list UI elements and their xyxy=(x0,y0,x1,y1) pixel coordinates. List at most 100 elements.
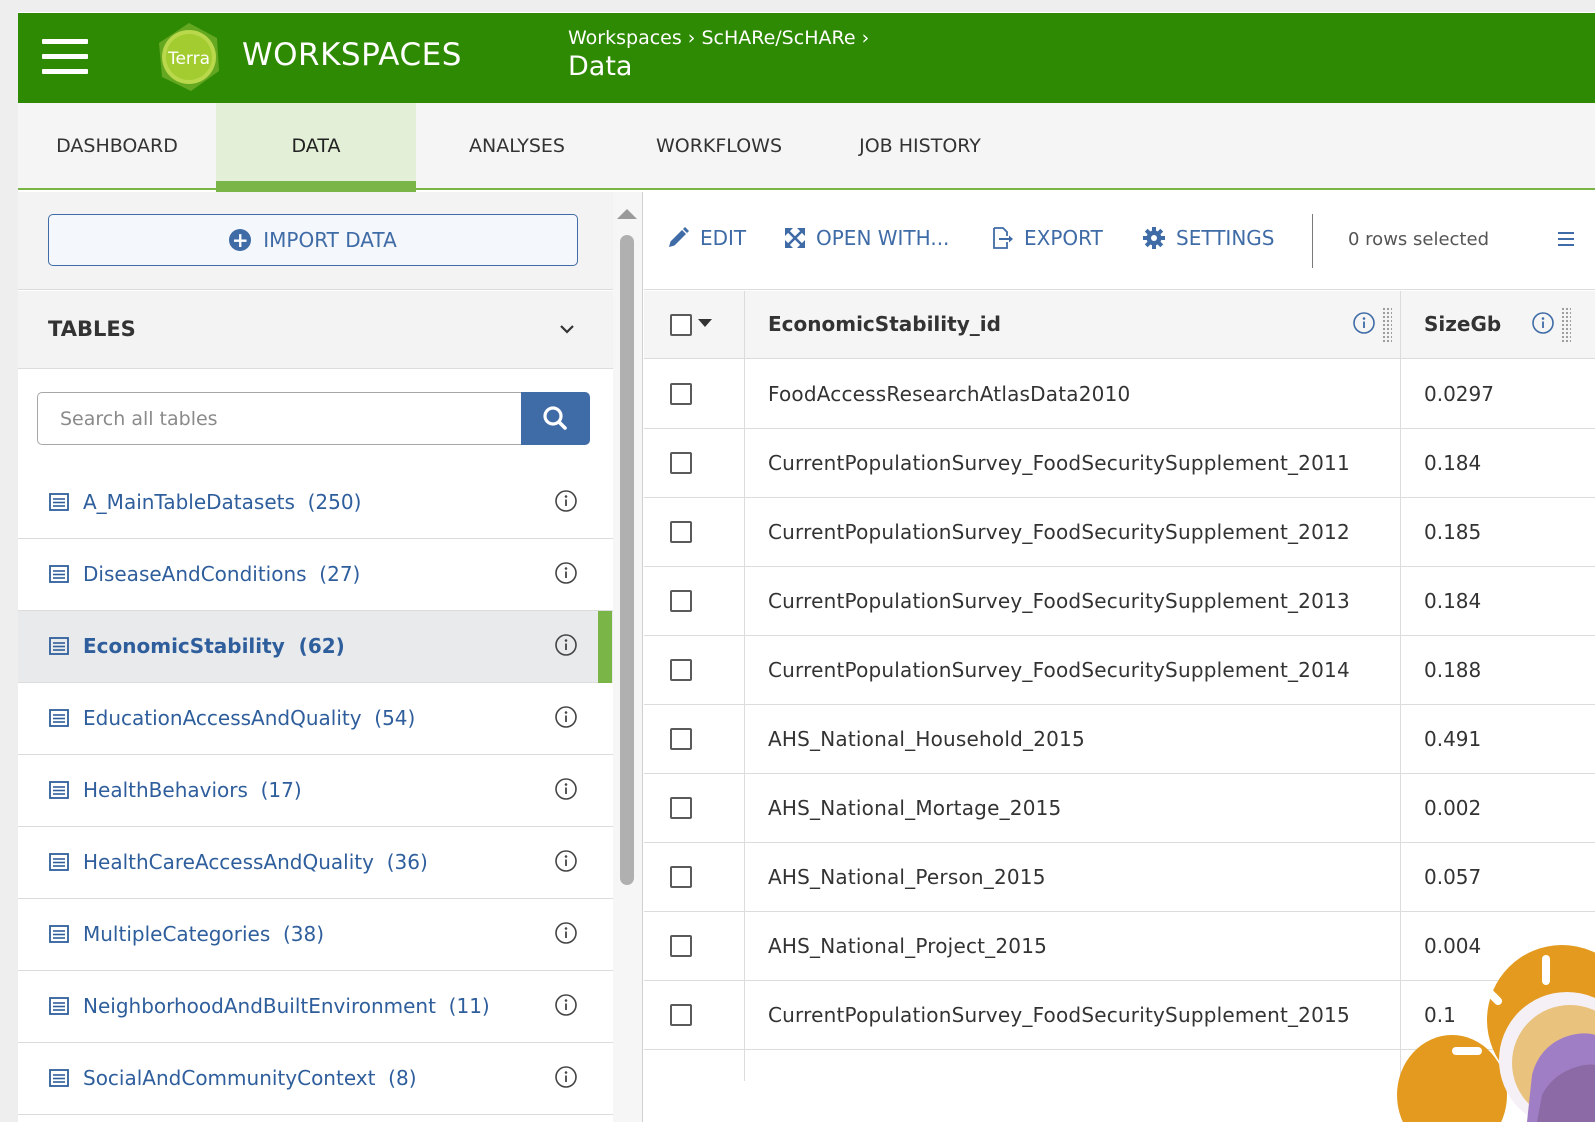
import-data-button[interactable]: + IMPORT DATA xyxy=(48,214,578,266)
table-icon xyxy=(49,709,69,727)
search-button[interactable] xyxy=(521,392,590,445)
table-row[interactable]: CurrentPopulationSurvey_FoodSecuritySupp… xyxy=(644,567,1595,636)
cell-size[interactable]: 0.491 xyxy=(1424,727,1481,751)
column-header-id[interactable]: EconomicStability_id xyxy=(768,312,1001,336)
cell-id[interactable]: AHS_National_Person_2015 xyxy=(768,865,1046,889)
terra-logo[interactable]: Terra xyxy=(153,21,225,93)
table-row[interactable]: FoodAccessResearchAtlasData2010 0.0297 xyxy=(644,360,1595,429)
info-icon[interactable] xyxy=(554,849,578,873)
table-row[interactable]: CurrentPopulationSurvey_FoodSecuritySupp… xyxy=(644,429,1595,498)
row-checkbox[interactable] xyxy=(670,452,692,474)
table-name: HealthCareAccessAndQuality (36) xyxy=(83,850,428,874)
cell-size[interactable]: 0.057 xyxy=(1424,865,1481,889)
app-title: WORKSPACES xyxy=(242,37,462,73)
tab-dashboard[interactable]: DASHBOARD xyxy=(18,103,216,190)
export-icon xyxy=(993,227,1013,249)
cell-id[interactable]: AHS_National_Household_2015 xyxy=(768,727,1085,751)
tab-analyses[interactable]: ANALYSES xyxy=(416,103,618,190)
breadcrumb-workspaces[interactable]: Workspaces xyxy=(568,27,682,49)
table-item[interactable]: NeighborhoodAndBuiltEnvironment (11) xyxy=(18,971,613,1043)
info-icon[interactable] xyxy=(554,921,578,945)
info-icon[interactable] xyxy=(554,561,578,585)
cell-size[interactable]: 0.0297 xyxy=(1424,382,1494,406)
toolbar-divider xyxy=(1312,214,1313,268)
tables-header-label: TABLES xyxy=(48,317,136,341)
table-icon xyxy=(49,565,69,583)
row-checkbox[interactable] xyxy=(670,590,692,612)
table-item[interactable]: SocialAndCommunityContext (8) xyxy=(18,1043,613,1115)
table-item[interactable]: EducationAccessAndQuality (54) xyxy=(18,683,613,755)
table-search xyxy=(37,392,590,445)
edit-button[interactable]: EDIT xyxy=(666,226,746,250)
open-with-button[interactable]: OPEN WITH... xyxy=(784,226,949,250)
table-row[interactable]: CurrentPopulationSurvey_FoodSecuritySupp… xyxy=(644,636,1595,705)
info-icon[interactable] xyxy=(554,633,578,657)
row-checkbox[interactable] xyxy=(670,383,692,405)
cell-id[interactable]: CurrentPopulationSurvey_FoodSecuritySupp… xyxy=(768,658,1350,682)
info-icon[interactable] xyxy=(1531,311,1555,335)
cell-size[interactable]: 0.185 xyxy=(1424,520,1481,544)
table-name: EducationAccessAndQuality (54) xyxy=(83,706,416,730)
column-resize-handle[interactable] xyxy=(1561,307,1571,343)
cell-id[interactable]: CurrentPopulationSurvey_FoodSecuritySupp… xyxy=(768,520,1350,544)
table-item[interactable]: HealthBehaviors (17) xyxy=(18,755,613,827)
table-item[interactable]: HealthCareAccessAndQuality (36) xyxy=(18,827,613,899)
help-lightbulb-icon[interactable] xyxy=(1392,935,1595,1122)
info-icon[interactable] xyxy=(554,1065,578,1089)
import-data-label: IMPORT DATA xyxy=(263,228,397,252)
cell-id[interactable]: AHS_National_Project_2015 xyxy=(768,934,1047,958)
cell-id[interactable]: CurrentPopulationSurvey_FoodSecuritySupp… xyxy=(768,451,1350,475)
table-item[interactable]: DiseaseAndConditions (27) xyxy=(18,539,613,611)
table-icon xyxy=(49,925,69,943)
table-icon xyxy=(49,1069,69,1087)
info-icon[interactable] xyxy=(554,777,578,801)
cell-size[interactable]: 0.002 xyxy=(1424,796,1481,820)
scrollbar-thumb[interactable] xyxy=(620,235,634,885)
column-menu-icon[interactable] xyxy=(1556,230,1574,248)
column-resize-handle[interactable] xyxy=(1382,307,1392,343)
tab-workflows[interactable]: WORKFLOWS xyxy=(618,103,820,190)
tab-data[interactable]: DATA xyxy=(216,103,416,192)
settings-button[interactable]: SETTINGS xyxy=(1142,226,1274,250)
info-icon[interactable] xyxy=(554,993,578,1017)
row-checkbox[interactable] xyxy=(670,797,692,819)
table-row[interactable]: AHS_National_Person_2015 0.057 xyxy=(644,843,1595,912)
row-checkbox[interactable] xyxy=(670,659,692,681)
search-tables-input[interactable] xyxy=(37,392,522,445)
select-all-checkbox[interactable] xyxy=(670,314,692,336)
breadcrumb-workspace[interactable]: ScHARe/ScHARe xyxy=(701,27,855,49)
table-name: A_MainTableDatasets (250) xyxy=(83,490,362,514)
scroll-up-arrow-icon[interactable] xyxy=(617,209,637,219)
breadcrumb-separator: › xyxy=(861,27,870,49)
cell-size[interactable]: 0.184 xyxy=(1424,451,1481,475)
table-item[interactable]: A_MainTableDatasets (250) xyxy=(18,467,613,539)
cell-id[interactable]: FoodAccessResearchAtlasData2010 xyxy=(768,382,1130,406)
hamburger-menu-icon[interactable] xyxy=(42,37,90,77)
cell-id[interactable]: CurrentPopulationSurvey_FoodSecuritySupp… xyxy=(768,589,1350,613)
table-row[interactable]: CurrentPopulationSurvey_FoodSecuritySupp… xyxy=(644,498,1595,567)
select-options-caret-icon[interactable] xyxy=(698,319,712,327)
cell-id[interactable]: CurrentPopulationSurvey_FoodSecuritySupp… xyxy=(768,1003,1350,1027)
row-checkbox[interactable] xyxy=(670,1004,692,1026)
table-item[interactable]: MultipleCategories (38) xyxy=(18,899,613,971)
row-checkbox[interactable] xyxy=(670,521,692,543)
table-row[interactable]: AHS_National_Household_2015 0.491 xyxy=(644,705,1595,774)
export-button[interactable]: EXPORT xyxy=(990,226,1103,250)
table-row[interactable]: AHS_National_Mortage_2015 0.002 xyxy=(644,774,1595,843)
row-checkbox[interactable] xyxy=(670,935,692,957)
cell-id[interactable]: AHS_National_Mortage_2015 xyxy=(768,796,1061,820)
tables-section-header[interactable]: TABLES xyxy=(18,291,613,369)
cell-size[interactable]: 0.184 xyxy=(1424,589,1481,613)
info-icon[interactable] xyxy=(554,705,578,729)
cell-size[interactable]: 0.188 xyxy=(1424,658,1481,682)
column-header-size[interactable]: SizeGb xyxy=(1424,312,1501,336)
row-checkbox[interactable] xyxy=(670,728,692,750)
table-name: MultipleCategories (38) xyxy=(83,922,325,946)
sidebar-scrollbar[interactable] xyxy=(613,192,643,1122)
row-checkbox[interactable] xyxy=(670,866,692,888)
rows-selected-count: 0 rows selected xyxy=(1348,229,1489,250)
table-item-selected[interactable]: EconomicStability (62) xyxy=(18,611,613,683)
info-icon[interactable] xyxy=(1352,311,1376,335)
tab-job-history[interactable]: JOB HISTORY xyxy=(820,103,1020,190)
info-icon[interactable] xyxy=(554,489,578,513)
